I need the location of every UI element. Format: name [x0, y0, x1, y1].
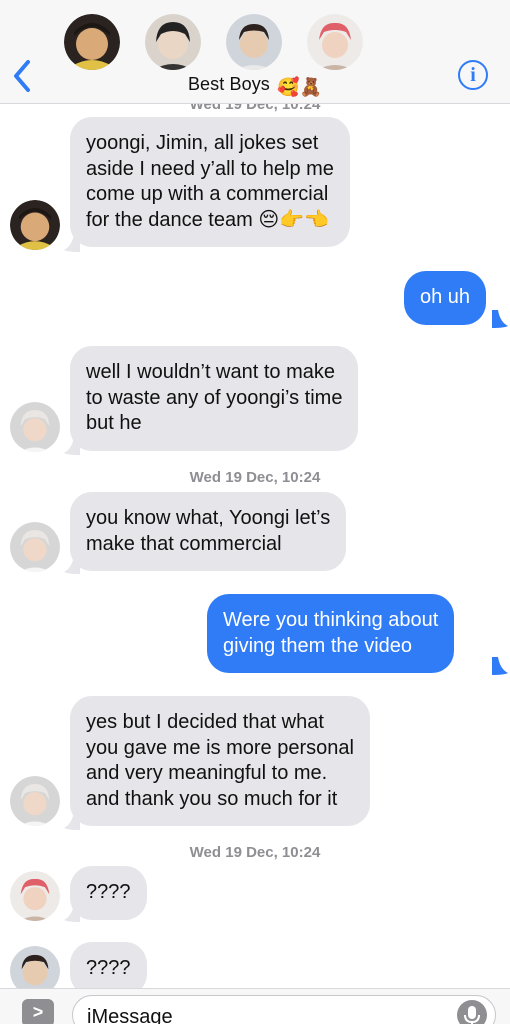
message-line: but he [86, 412, 142, 434]
message-line: and thank you so much for it [86, 787, 338, 810]
bubble-tail [492, 310, 508, 328]
message-line: oh uh [420, 286, 471, 308]
message-line: and very meaningful to me. [86, 762, 328, 784]
group-name[interactable]: Best Boys 🥰🧸 [0, 74, 510, 98]
incoming-message[interactable]: you know what, Yoongi let’s make that co… [70, 492, 347, 571]
avatar[interactable] [10, 402, 60, 452]
avatar[interactable] [10, 871, 60, 921]
message-line: ???? [86, 957, 131, 979]
info-icon: i [470, 64, 476, 86]
outgoing-message[interactable]: oh uh [404, 271, 487, 325]
bubble-tail [492, 657, 508, 675]
group-emoji: 🥰🧸 [277, 77, 323, 97]
message-line: come up with a commercial [86, 183, 329, 205]
message-line: to waste any of yoongi’s time [86, 386, 343, 409]
message-input[interactable]: iMessage [72, 995, 496, 1024]
avatar[interactable] [145, 14, 201, 70]
avatar[interactable] [10, 200, 60, 250]
message-line: well I wouldn’t want to make [86, 361, 336, 383]
compose-bar: > iMessage [0, 988, 510, 1024]
app-drawer-icon: > [32, 1002, 44, 1022]
outgoing-message[interactable]: Were you thinking about giving them the … [207, 594, 455, 673]
message-line: aside I need y’all to help me [86, 157, 334, 180]
microphone-icon [464, 1006, 480, 1024]
avatar[interactable] [10, 776, 60, 826]
message-line: giving them the video [223, 634, 413, 657]
avatar[interactable] [64, 14, 120, 70]
timestamp-label: Wed 19 Dec, 10:24 [189, 844, 321, 861]
incoming-message[interactable]: well I wouldn’t want to make to waste an… [70, 346, 359, 451]
message-input-placeholder: iMessage [87, 1006, 173, 1024]
microphone-button[interactable] [457, 1000, 487, 1024]
message-line: make that commercial [86, 532, 282, 555]
avatar[interactable] [226, 14, 282, 70]
timestamp: Wed 19 Dec, 10:24 [189, 104, 321, 113]
apps-button[interactable]: > [22, 999, 54, 1024]
message-line: for the dance team 😔👉👈 [86, 208, 329, 231]
avatar[interactable] [10, 522, 60, 572]
group-name-label: Best Boys [187, 74, 270, 94]
message-thread[interactable]: Wed 19 Dec, 10:24 yoongi, Jimin, all jok… [0, 104, 510, 988]
conversation-header: Best Boys 🥰🧸 i [0, 0, 510, 104]
message-line: ???? [86, 881, 131, 903]
timestamp-label: Wed 19 Dec, 10:24 [189, 469, 321, 486]
timestamp: Wed 19 Dec, 10:24 [0, 469, 510, 486]
group-avatars[interactable] [0, 14, 510, 72]
message-line: Were you thinking about [223, 609, 439, 631]
avatar[interactable] [10, 946, 60, 988]
message-line: yoongi, Jimin, all jokes set [86, 132, 319, 154]
incoming-message[interactable]: yes but I decided that what you gave me … [70, 696, 370, 826]
message-line: yes but I decided that what [86, 711, 324, 733]
message-line: you know what, Yoongi let’s [86, 507, 331, 529]
avatar[interactable] [307, 14, 363, 70]
incoming-message[interactable]: ???? [70, 942, 147, 988]
timestamp: Wed 19 Dec, 10:24 [0, 844, 510, 861]
message-line: you gave me is more personal [86, 736, 354, 759]
incoming-message[interactable]: ???? [70, 866, 147, 920]
incoming-message[interactable]: yoongi, Jimin, all jokes set aside I nee… [70, 117, 350, 247]
info-button[interactable]: i [458, 60, 488, 90]
